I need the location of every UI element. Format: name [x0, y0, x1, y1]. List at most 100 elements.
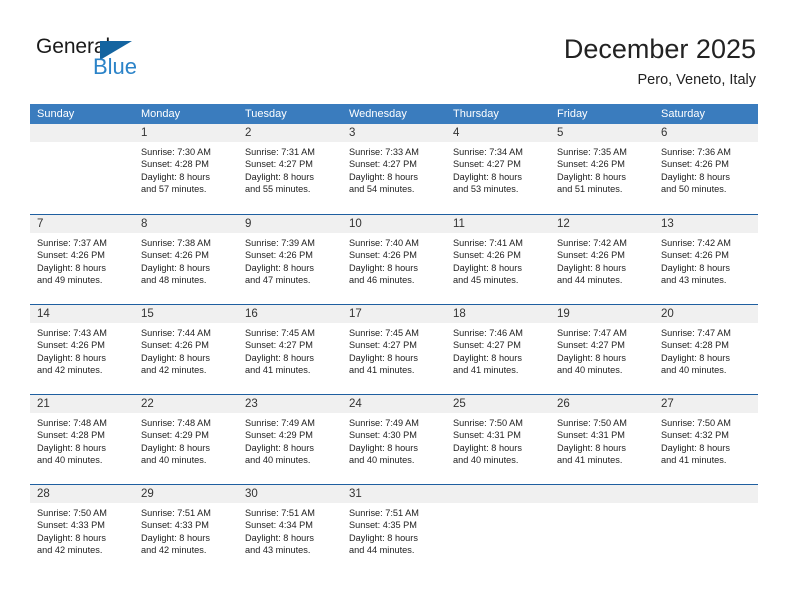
day-detail-sunset: Sunset: 4:28 PM	[37, 430, 105, 441]
day-cell-6[interactable]: 6 Sunrise: 7:36 AM Sunset: 4:26 PM Daylight…	[654, 124, 758, 214]
day-number: 6	[654, 124, 758, 142]
day-details: Sunrise: 7:46 AM Sunset: 4:27 PM Daylight:…	[446, 323, 550, 377]
day-number: 7	[30, 215, 134, 233]
day-detail-daylight-1: Daylight: 8 hours	[661, 171, 730, 182]
day-details: Sunrise: 7:39 AM Sunset: 4:26 PM Daylight:…	[238, 233, 342, 287]
day-number: 29	[134, 485, 238, 503]
day-detail-sunset: Sunset: 4:34 PM	[245, 520, 313, 531]
day-detail-daylight-2: and 41 minutes.	[349, 365, 415, 376]
day-detail-sunrise: Sunrise: 7:34 AM	[453, 147, 523, 157]
day-detail-daylight-1: Daylight: 8 hours	[141, 352, 210, 363]
day-detail-daylight-1: Daylight: 8 hours	[661, 262, 730, 273]
day-cell-empty	[446, 485, 550, 574]
day-detail-daylight-1: Daylight: 8 hours	[141, 262, 210, 273]
day-number: 27	[654, 395, 758, 413]
day-detail-sunset: Sunset: 4:28 PM	[141, 159, 209, 170]
day-cell-27[interactable]: 27 Sunrise: 7:50 AM Sunset: 4:32 PM Dayligh…	[654, 395, 758, 484]
day-detail-daylight-1: Daylight: 8 hours	[453, 171, 522, 182]
day-number: 26	[550, 395, 654, 413]
day-cell-21[interactable]: 21 Sunrise: 7:48 AM Sunset: 4:28 PM Dayligh…	[30, 395, 134, 484]
day-details: Sunrise: 7:33 AM Sunset: 4:27 PM Daylight:…	[342, 142, 446, 196]
day-detail-sunrise: Sunrise: 7:48 AM	[141, 418, 211, 428]
day-detail-daylight-1: Daylight: 8 hours	[245, 352, 314, 363]
day-cell-20[interactable]: 20 Sunrise: 7:47 AM Sunset: 4:28 PM Dayligh…	[654, 305, 758, 394]
day-cell-22[interactable]: 22 Sunrise: 7:48 AM Sunset: 4:29 PM Dayligh…	[134, 395, 238, 484]
day-detail-daylight-1: Daylight: 8 hours	[245, 262, 314, 273]
day-detail-sunrise: Sunrise: 7:42 AM	[661, 238, 731, 248]
day-detail-daylight-1: Daylight: 8 hours	[453, 262, 522, 273]
day-cell-30[interactable]: 30 Sunrise: 7:51 AM Sunset: 4:34 PM Dayligh…	[238, 485, 342, 574]
day-cell-15[interactable]: 15 Sunrise: 7:44 AM Sunset: 4:26 PM Dayligh…	[134, 305, 238, 394]
day-detail-daylight-1: Daylight: 8 hours	[245, 442, 314, 453]
logo-text-blue: Blue	[93, 54, 138, 79]
day-detail-sunrise: Sunrise: 7:46 AM	[453, 328, 523, 338]
day-cell-16[interactable]: 16 Sunrise: 7:45 AM Sunset: 4:27 PM Dayligh…	[238, 305, 342, 394]
day-cell-11[interactable]: 11 Sunrise: 7:41 AM Sunset: 4:26 PM Dayligh…	[446, 215, 550, 304]
calendar-page: General Blue December 2025 Pero, Veneto,…	[0, 0, 792, 612]
day-cell-5[interactable]: 5 Sunrise: 7:35 AM Sunset: 4:26 PM Daylight…	[550, 124, 654, 214]
day-cell-24[interactable]: 24 Sunrise: 7:49 AM Sunset: 4:30 PM Dayligh…	[342, 395, 446, 484]
day-detail-daylight-2: and 46 minutes.	[349, 275, 415, 286]
day-number: 25	[446, 395, 550, 413]
calendar-week-row: 7 Sunrise: 7:37 AM Sunset: 4:26 PM Daylight…	[30, 214, 758, 304]
day-cell-4[interactable]: 4 Sunrise: 7:34 AM Sunset: 4:27 PM Daylight…	[446, 124, 550, 214]
day-number: 8	[134, 215, 238, 233]
day-cell-18[interactable]: 18 Sunrise: 7:46 AM Sunset: 4:27 PM Dayligh…	[446, 305, 550, 394]
day-detail-daylight-2: and 48 minutes.	[141, 275, 207, 286]
day-detail-sunset: Sunset: 4:27 PM	[453, 159, 521, 170]
day-number: 20	[654, 305, 758, 323]
day-cell-8[interactable]: 8 Sunrise: 7:38 AM Sunset: 4:26 PM Daylight…	[134, 215, 238, 304]
day-detail-daylight-2: and 44 minutes.	[349, 545, 415, 556]
day-cell-29[interactable]: 29 Sunrise: 7:51 AM Sunset: 4:33 PM Dayligh…	[134, 485, 238, 574]
day-detail-sunset: Sunset: 4:26 PM	[141, 340, 209, 351]
day-number: 10	[342, 215, 446, 233]
day-cell-9[interactable]: 9 Sunrise: 7:39 AM Sunset: 4:26 PM Daylight…	[238, 215, 342, 304]
day-cell-17[interactable]: 17 Sunrise: 7:45 AM Sunset: 4:27 PM Dayligh…	[342, 305, 446, 394]
day-cell-31[interactable]: 31 Sunrise: 7:51 AM Sunset: 4:35 PM Dayligh…	[342, 485, 446, 574]
day-detail-sunset: Sunset: 4:26 PM	[661, 250, 729, 261]
day-detail-sunrise: Sunrise: 7:45 AM	[245, 328, 315, 338]
calendar-week-row: 1 Sunrise: 7:30 AM Sunset: 4:28 PM Daylight…	[30, 124, 758, 214]
day-detail-daylight-1: Daylight: 8 hours	[557, 442, 626, 453]
day-cell-1[interactable]: 1 Sunrise: 7:30 AM Sunset: 4:28 PM Daylight…	[134, 124, 238, 214]
day-detail-sunrise: Sunrise: 7:31 AM	[245, 147, 315, 157]
day-detail-daylight-2: and 55 minutes.	[245, 184, 311, 195]
day-detail-sunrise: Sunrise: 7:35 AM	[557, 147, 627, 157]
day-cell-2[interactable]: 2 Sunrise: 7:31 AM Sunset: 4:27 PM Daylight…	[238, 124, 342, 214]
day-cell-empty	[654, 485, 758, 574]
day-cell-3[interactable]: 3 Sunrise: 7:33 AM Sunset: 4:27 PM Daylight…	[342, 124, 446, 214]
day-detail-daylight-1: Daylight: 8 hours	[349, 262, 418, 273]
calendar-grid: Sunday Monday Tuesday Wednesday Thursday Frid…	[30, 104, 758, 574]
day-detail-daylight-2: and 40 minutes.	[661, 365, 727, 376]
general-blue-logo[interactable]: General Blue	[36, 36, 176, 84]
day-detail-sunrise: Sunrise: 7:50 AM	[453, 418, 523, 428]
day-detail-sunset: Sunset: 4:26 PM	[37, 340, 105, 351]
day-cell-10[interactable]: 10 Sunrise: 7:40 AM Sunset: 4:26 PM Dayligh…	[342, 215, 446, 304]
day-cell-12[interactable]: 12 Sunrise: 7:42 AM Sunset: 4:26 PM Dayligh…	[550, 215, 654, 304]
day-details: Sunrise: 7:30 AM Sunset: 4:28 PM Daylight:…	[134, 142, 238, 196]
day-cell-13[interactable]: 13 Sunrise: 7:42 AM Sunset: 4:26 PM Dayligh…	[654, 215, 758, 304]
day-detail-sunset: Sunset: 4:29 PM	[245, 430, 313, 441]
day-cell-19[interactable]: 19 Sunrise: 7:47 AM Sunset: 4:27 PM Dayligh…	[550, 305, 654, 394]
day-cell-7[interactable]: 7 Sunrise: 7:37 AM Sunset: 4:26 PM Daylight…	[30, 215, 134, 304]
day-cell-14[interactable]: 14 Sunrise: 7:43 AM Sunset: 4:26 PM Dayligh…	[30, 305, 134, 394]
day-details: Sunrise: 7:51 AM Sunset: 4:35 PM Daylight:…	[342, 503, 446, 557]
weekday-header-tuesday: Tuesday	[245, 108, 287, 120]
page-header: General Blue December 2025 Pero, Veneto,…	[0, 0, 792, 104]
day-detail-sunset: Sunset: 4:28 PM	[661, 340, 729, 351]
day-detail-sunset: Sunset: 4:27 PM	[349, 159, 417, 170]
day-detail-sunset: Sunset: 4:27 PM	[245, 159, 313, 170]
day-details: Sunrise: 7:47 AM Sunset: 4:27 PM Daylight:…	[550, 323, 654, 377]
day-cell-25[interactable]: 25 Sunrise: 7:50 AM Sunset: 4:31 PM Dayligh…	[446, 395, 550, 484]
calendar-weeks: 1 Sunrise: 7:30 AM Sunset: 4:28 PM Daylight…	[30, 124, 758, 574]
day-details: Sunrise: 7:50 AM Sunset: 4:31 PM Daylight:…	[550, 413, 654, 467]
day-detail-daylight-1: Daylight: 8 hours	[661, 352, 730, 363]
day-detail-daylight-2: and 40 minutes.	[453, 455, 519, 466]
day-number: 4	[446, 124, 550, 142]
day-cell-28[interactable]: 28 Sunrise: 7:50 AM Sunset: 4:33 PM Dayligh…	[30, 485, 134, 574]
day-detail-daylight-2: and 51 minutes.	[557, 184, 623, 195]
day-detail-sunrise: Sunrise: 7:50 AM	[661, 418, 731, 428]
day-cell-23[interactable]: 23 Sunrise: 7:49 AM Sunset: 4:29 PM Dayligh…	[238, 395, 342, 484]
day-number: 14	[30, 305, 134, 323]
day-cell-26[interactable]: 26 Sunrise: 7:50 AM Sunset: 4:31 PM Dayligh…	[550, 395, 654, 484]
